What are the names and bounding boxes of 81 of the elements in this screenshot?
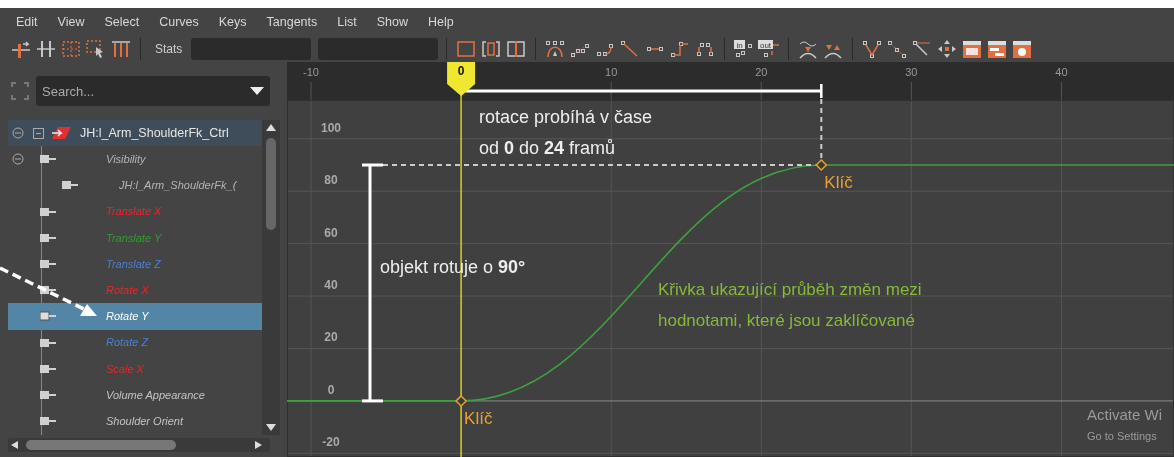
key-label: Klíč [824,172,853,194]
collapse-icon[interactable] [12,127,24,140]
bracket-icon[interactable] [35,38,57,60]
axis-tick-label: 20 [324,330,338,345]
menu-item[interactable]: Curves [151,8,207,36]
plug-icon [40,337,58,348]
stats-field[interactable] [191,38,312,60]
outliner-icon [10,81,30,101]
v-curve-icon[interactable] [861,38,884,60]
dropdown-button[interactable] [244,76,270,106]
transform-icon [52,126,72,141]
search-field[interactable]: Search... [36,76,244,106]
axis-tick-label: 0 [327,382,335,397]
axis-tick-label: 10 [605,66,618,78]
plug-icon [40,311,58,322]
dashed-guide-line [820,98,823,161]
annotation-text: hodnotami, které jsou zaklíčované [658,310,916,332]
annotation-text: rotace probíhá v čase [479,106,653,129]
plug-icon [40,259,58,270]
plug-icon [40,389,58,400]
key-point [815,158,828,172]
scrollbar[interactable] [8,438,270,452]
menu-item[interactable]: Show [368,8,417,36]
collapse-icon[interactable] [32,127,44,139]
tree-item[interactable]: Visibility [106,151,146,168]
plug-icon [40,416,58,427]
axis-tick-label: 100 [321,120,341,135]
menu-item[interactable]: View [49,8,93,36]
list-window-icon[interactable] [986,38,1009,60]
axis-tick-label: 80 [324,173,338,188]
tree-row[interactable]: Rotate Y [8,303,262,330]
activation-notice: Go to Settings [1087,429,1157,444]
scroll-left-icon[interactable] [11,441,18,449]
menu-item[interactable]: Tangents [258,8,326,36]
tree-item[interactable]: JH:l_Arm_ShoulderFk_( [119,177,237,194]
plug-icon [62,180,80,191]
time-marker-label: 0 [457,64,465,78]
scroll-thumb[interactable] [26,440,176,450]
time-marker [447,62,476,96]
plug-icon [40,154,58,165]
key-label: Klíč [464,407,493,430]
annotation-text: Křivka ukazující průběh změn mezi [658,279,922,301]
dashed-line-icon[interactable] [886,38,909,60]
scroll-up-icon[interactable] [266,124,276,131]
plug-icon [40,232,58,243]
plug-icon [40,206,58,217]
collapse-icon[interactable] [12,153,24,166]
annotation-text: od 0 do 24 framů [479,137,616,160]
axis-tick-label: -20 [322,435,340,450]
frame-icon[interactable] [505,38,528,60]
insert-key-icon[interactable] [10,38,32,60]
tree-item[interactable]: Shoulder Orient [106,412,184,430]
axis-tick-label: 40 [1055,66,1068,78]
stats-label: Stats [155,41,183,58]
menu-item[interactable]: Edit [8,8,46,36]
menu-item[interactable]: Select [96,8,148,36]
menu-item[interactable]: Help [420,8,462,36]
axis-tick-label: 40 [324,278,338,293]
scroll-down-icon[interactable] [266,424,276,431]
frame-icon[interactable] [480,38,503,60]
scroll-right-icon[interactable] [255,441,262,449]
spline-icon[interactable] [544,38,567,60]
key-point [455,394,468,407]
bars-icon[interactable] [110,38,132,60]
clock-window-icon[interactable] [1011,38,1034,60]
arc-down-icon[interactable] [797,38,820,60]
activation-notice: Activate Wi [1087,405,1162,425]
axis-tick-label: 20 [755,66,768,78]
axis-tick-label: -10 [303,66,319,78]
table-window-icon[interactable] [961,38,984,60]
axis-tick-label: 60 [324,225,338,240]
stats-field[interactable] [318,38,439,60]
menu-item[interactable]: Keys [210,8,255,36]
tree-item[interactable]: Volume Appearance [106,386,205,404]
plug-icon [40,363,58,374]
caret-icon [250,87,264,95]
plug-icon [40,285,58,296]
menu-item[interactable]: List [329,8,365,36]
scrollbar[interactable] [262,120,280,435]
axis-tick-label: 30 [905,66,918,78]
scroll-thumb[interactable] [266,138,276,230]
